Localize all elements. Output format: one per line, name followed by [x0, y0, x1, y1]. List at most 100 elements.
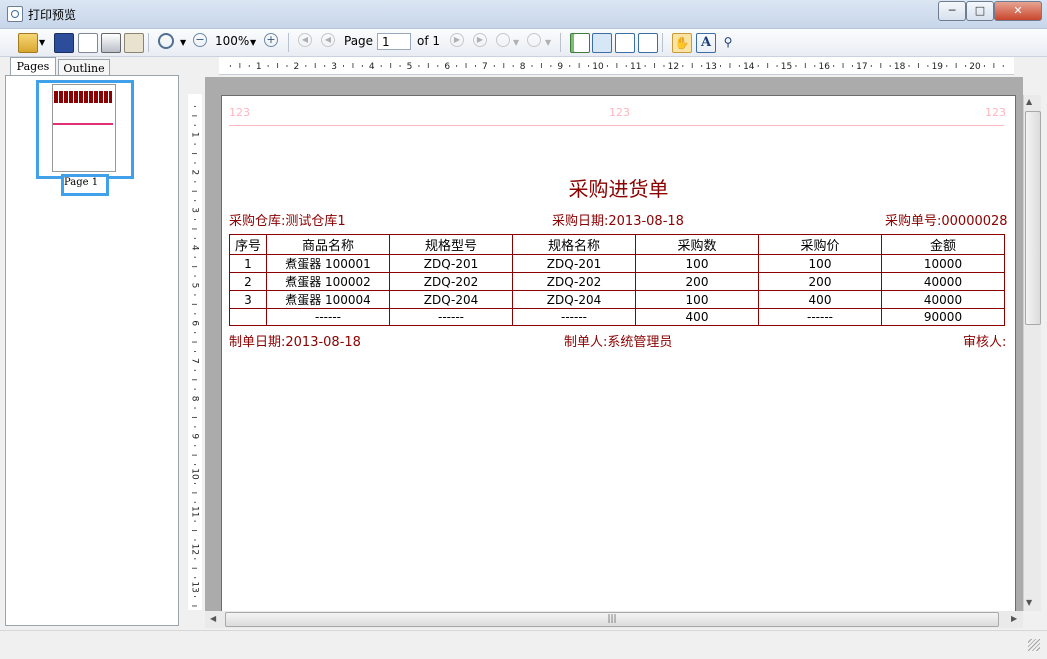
items-table: 序号 商品名称 规格型号 规格名称 采购数 采购价 金额 1 煮蛋器 10000… — [229, 234, 1005, 326]
ruler-label: 6 — [190, 320, 200, 326]
purchase-date: 采购日期:2013-08-18 — [552, 214, 684, 229]
purchase-warehouse: 采购仓库:测试仓库1 — [229, 214, 346, 229]
ruler-label: 6 — [444, 62, 450, 72]
horizontal-ruler: 1 2 3 4 5 6 7 8 9 10 11 12 13 14 15 16 17 18 19 20 — [219, 57, 1014, 75]
page-setup-icon[interactable] — [124, 33, 144, 53]
zoom-icon[interactable] — [158, 33, 174, 49]
ruler-label: 8 — [190, 396, 200, 402]
zoom-out-icon[interactable]: − — [193, 33, 207, 47]
ruler-label: 3 — [331, 62, 337, 72]
header-line — [229, 125, 1004, 126]
column-header: 规格名称 — [512, 234, 636, 255]
table-cell: 1 — [229, 254, 267, 273]
last-page-icon[interactable]: ▶ — [473, 33, 487, 47]
table-cell: 3 — [229, 290, 267, 309]
ruler-label: 16 — [818, 62, 830, 72]
back-dropdown-arrow-icon[interactable]: ▼ — [513, 38, 519, 47]
ruler-label: 20 — [969, 62, 981, 72]
page-thumbnail-label: Page 1 — [64, 177, 99, 188]
table-cell: ZDQ-204 — [389, 290, 513, 309]
vertical-scroll-thumb[interactable] — [1025, 111, 1041, 325]
zoom-level[interactable]: 100% — [215, 34, 249, 48]
minimize-button[interactable]: ─ — [938, 1, 966, 21]
ruler-label: 19 — [932, 62, 944, 72]
open-icon[interactable] — [18, 33, 38, 53]
header-mark-center: 123 — [609, 106, 630, 119]
table-cell: ------ — [512, 308, 636, 326]
table-cell: 2 — [229, 272, 267, 291]
tab-pages[interactable]: Pages — [10, 57, 56, 76]
horizontal-scrollbar[interactable]: ◀ ||| ▶ — [205, 611, 1023, 628]
previous-page-icon[interactable]: ◀ — [321, 33, 335, 47]
forward-icon[interactable] — [527, 33, 541, 47]
zoom-in-icon[interactable]: + — [264, 33, 278, 47]
ruler-label: 2 — [190, 170, 200, 176]
toolbar-separator — [662, 33, 663, 52]
vertical-scrollbar[interactable]: ▲ ▼ — [1023, 95, 1041, 611]
new-page-icon[interactable] — [78, 33, 98, 53]
report-title: 采购进货单 — [568, 177, 669, 201]
table-row: 3 煮蛋器 100004 ZDQ-204 ZDQ-204 100 400 400… — [229, 290, 1005, 309]
table-cell: ------ — [266, 308, 390, 326]
two-pages-icon[interactable] — [615, 33, 635, 53]
column-header: 序号 — [229, 234, 267, 255]
column-header: 金额 — [881, 234, 1005, 255]
ruler-label: 2 — [294, 62, 300, 72]
table-cell: ZDQ-201 — [512, 254, 636, 273]
close-button[interactable]: ✕ — [994, 1, 1042, 21]
toolbar-separator — [148, 33, 149, 52]
print-preview-icon — [7, 6, 23, 22]
page-thumbnail[interactable] — [52, 84, 116, 172]
maximize-button[interactable]: □ — [966, 1, 994, 21]
status-bar — [0, 630, 1047, 659]
multi-pages-icon[interactable] — [638, 33, 658, 53]
table-cell: 煮蛋器 100002 — [266, 272, 390, 291]
single-page-icon[interactable] — [570, 33, 590, 53]
forward-dropdown-arrow-icon[interactable]: ▼ — [545, 38, 551, 47]
fit-width-icon[interactable] — [592, 33, 612, 53]
ruler-label: 10 — [190, 468, 200, 480]
ruler-label: 4 — [190, 245, 200, 251]
save-icon[interactable] — [54, 33, 74, 53]
resize-grip-icon[interactable] — [1028, 639, 1040, 651]
print-icon[interactable] — [101, 33, 121, 53]
ruler-label: 8 — [520, 62, 526, 72]
open-dropdown-arrow-icon[interactable]: ▼ — [39, 38, 45, 47]
table-cell: ZDQ-202 — [512, 272, 636, 291]
table-cell: 100 — [635, 290, 759, 309]
table-cell: 400 — [758, 290, 882, 309]
text-select-icon[interactable]: A — [696, 33, 716, 53]
ruler-label: 18 — [894, 62, 906, 72]
zoom-dropdown-arrow-icon[interactable]: ▼ — [180, 38, 186, 47]
table-row: 1 煮蛋器 100001 ZDQ-201 ZDQ-201 100 100 100… — [229, 254, 1005, 273]
table-cell: ------ — [758, 308, 882, 326]
back-icon[interactable] — [496, 33, 510, 47]
header-mark-left: 123 — [229, 106, 250, 119]
ruler-label: 13 — [705, 62, 716, 72]
ruler-label: 9 — [190, 433, 200, 439]
purchase-order-number: 采购单号:00000028 — [885, 214, 1008, 229]
find-icon[interactable]: ⚲ — [719, 33, 737, 51]
first-page-icon[interactable]: ◀ — [298, 33, 312, 47]
window-title: 打印预览 — [28, 8, 77, 22]
page-count-label: of 1 — [417, 34, 441, 48]
table-cell: 煮蛋器 100001 — [266, 254, 390, 273]
scroll-left-arrow-icon[interactable]: ◀ — [210, 614, 216, 623]
table-cell: ZDQ-201 — [389, 254, 513, 273]
next-page-icon[interactable]: ▶ — [450, 33, 464, 47]
ruler-label: 11 — [190, 506, 200, 517]
toolbar: ▼ ▼ − 100% ▼ + ◀ ◀ Page 1 of 1 ▶ ▶ ▼ ▼ ✋… — [0, 29, 1047, 57]
zoom-level-dropdown-arrow-icon[interactable]: ▼ — [250, 38, 256, 47]
table-header-row: 序号 商品名称 规格型号 规格名称 采购数 采购价 金额 — [229, 234, 1005, 255]
maker: 制单人:系统管理员 — [564, 335, 673, 350]
scroll-down-arrow-icon[interactable]: ▼ — [1026, 598, 1032, 607]
page-number-input[interactable]: 1 — [377, 33, 411, 50]
scroll-right-arrow-icon[interactable]: ▶ — [1011, 614, 1017, 623]
horizontal-scroll-thumb[interactable]: ||| — [225, 612, 999, 627]
title-bar: 打印预览 ─ □ ✕ — [0, 0, 1047, 29]
scroll-up-arrow-icon[interactable]: ▲ — [1026, 97, 1032, 106]
table-cell: 200 — [635, 272, 759, 291]
column-header: 采购价 — [758, 234, 882, 255]
ruler-label: 12 — [668, 62, 679, 72]
hand-tool-icon[interactable]: ✋ — [672, 33, 692, 53]
